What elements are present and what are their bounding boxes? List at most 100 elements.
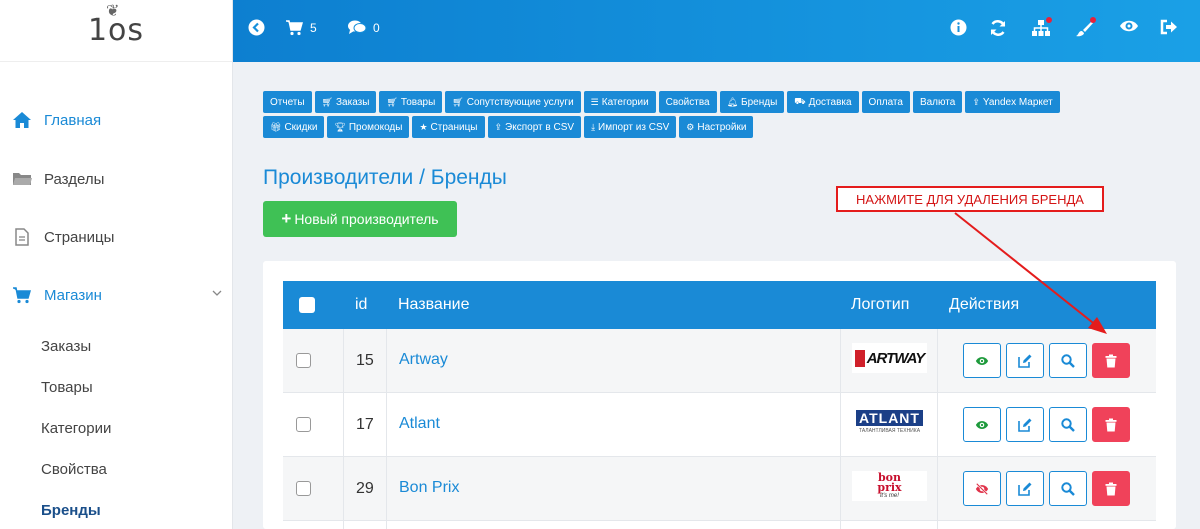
toggle-visibility-button[interactable] — [963, 471, 1001, 506]
table-row: 29 Bon Prix bon prix it's me! — [283, 457, 1156, 521]
brand-logo: bon prix it's me! — [852, 471, 927, 501]
tab-delivery[interactable]: ⛟ Доставка — [787, 91, 859, 113]
sidebar-item-home[interactable]: Главная — [12, 105, 101, 135]
comments-button[interactable]: 0 — [347, 19, 380, 37]
brand-logo: ATLANT ТАЛАНТЛИВАЯ ТЕХНИКА — [852, 407, 927, 437]
tab-currency[interactable]: Валюта — [912, 91, 963, 113]
tab-payment[interactable]: Оплата — [861, 91, 910, 113]
view-site-button[interactable] — [1119, 19, 1138, 37]
leaf-icon: ❦ — [105, 1, 121, 20]
cart-icon: 🛒︎ — [321, 96, 334, 107]
sidebar-subitem-categories[interactable]: Категории — [41, 420, 111, 437]
sidebar-item-label: Страницы — [44, 228, 115, 246]
tab-settings[interactable]: ⚙ Настройки — [679, 116, 754, 138]
edit-icon — [1018, 482, 1032, 496]
info-button[interactable] — [949, 19, 967, 37]
brand-logo: ARTWAY — [852, 343, 927, 373]
brand-name-link[interactable]: Artway — [399, 351, 448, 369]
sitemap-button[interactable] — [1031, 17, 1052, 37]
sitemap-icon — [1031, 17, 1052, 37]
table-header: id Название Логотип Действия — [283, 281, 1156, 329]
tab-promocodes[interactable]: 🏆︎ Промокоды — [327, 116, 410, 138]
new-brand-button[interactable]: + Новый производитель — [263, 201, 457, 237]
search-button[interactable] — [1049, 471, 1087, 506]
table-row: 17 Atlant ATLANT ТАЛАНТЛИВАЯ ТЕХНИКА — [283, 393, 1156, 457]
info-icon — [949, 19, 967, 37]
brand-id: 15 — [356, 352, 374, 369]
tab-orders[interactable]: 🛒︎ Заказы — [314, 91, 377, 113]
tab-brands[interactable]: 🔔︎ Бренды — [719, 91, 785, 113]
row-checkbox[interactable] — [296, 353, 311, 368]
comments-icon — [347, 19, 367, 37]
tab-products[interactable]: 🛒︎ Товары — [379, 91, 443, 113]
tab-yandex-market[interactable]: ⇪ Yandex Маркет — [965, 91, 1060, 113]
tab-discounts[interactable]: 🎁︎ Скидки — [263, 116, 325, 138]
gift-icon: 🎁︎ — [270, 121, 282, 132]
notification-dot — [1090, 17, 1096, 23]
brand-name-link[interactable]: Atlant — [399, 415, 440, 433]
sidebar-item-label: Главная — [44, 111, 102, 129]
cart-icon — [12, 286, 34, 304]
back-button[interactable] — [247, 19, 265, 37]
column-id[interactable]: id — [355, 296, 367, 314]
bell-icon: 🔔︎ — [726, 96, 739, 107]
star-icon: ★ — [419, 121, 428, 132]
sidebar-item-shop[interactable]: Магазин — [12, 280, 222, 310]
column-actions: Действия — [949, 296, 1020, 313]
cart-button[interactable]: 5 — [285, 19, 317, 37]
eye-icon — [975, 420, 989, 429]
table-row — [283, 521, 1156, 529]
tab-pages[interactable]: ★ Страницы — [412, 116, 485, 138]
tab-properties[interactable]: Свойства — [658, 91, 717, 113]
chevron-down-icon[interactable] — [212, 288, 222, 300]
tab-export-csv[interactable]: ⇪ Экспорт в CSV — [487, 116, 582, 138]
sidebar-item-sections[interactable]: Разделы — [12, 164, 104, 194]
refresh-button[interactable] — [989, 19, 1007, 37]
toggle-visibility-button[interactable] — [963, 407, 1001, 442]
row-checkbox[interactable] — [296, 417, 311, 432]
refresh-icon — [989, 19, 1007, 37]
file-icon — [12, 228, 34, 246]
tab-categories[interactable]: ☰ Категории — [583, 91, 656, 113]
sidebar-subitem-brands[interactable]: Бренды — [41, 502, 101, 519]
sidebar-subitem-orders[interactable]: Заказы — [41, 338, 91, 355]
sidebar-item-label: Разделы — [44, 170, 105, 188]
design-button[interactable] — [1075, 17, 1096, 37]
select-all-checkbox[interactable] — [299, 297, 315, 313]
delete-button[interactable] — [1092, 343, 1130, 378]
edit-button[interactable] — [1006, 407, 1044, 442]
delete-button[interactable] — [1092, 407, 1130, 442]
sidebar-subitem-properties[interactable]: Свойства — [41, 461, 107, 478]
top-bar: 5 0 — [233, 0, 1200, 62]
logo[interactable]: ❦ 1os — [0, 0, 232, 62]
list-icon: ☰ — [590, 96, 599, 107]
sidebar-item-label: Магазин — [44, 286, 102, 304]
search-button[interactable] — [1049, 343, 1087, 378]
column-logo: Логотип — [851, 296, 910, 313]
edit-button[interactable] — [1006, 471, 1044, 506]
comments-count: 0 — [373, 21, 380, 35]
sidebar-subitem-products[interactable]: Товары — [41, 379, 93, 396]
trash-icon — [1105, 418, 1117, 431]
toggle-visibility-button[interactable] — [963, 343, 1001, 378]
search-icon — [1061, 353, 1075, 368]
logout-button[interactable] — [1160, 19, 1178, 37]
sidebar-item-pages[interactable]: Страницы — [12, 222, 114, 252]
row-checkbox[interactable] — [296, 481, 311, 496]
delete-button[interactable] — [1092, 471, 1130, 506]
new-brand-label: Новый производитель — [294, 211, 439, 227]
search-button[interactable] — [1049, 407, 1087, 442]
tab-services[interactable]: 🛒︎ Сопутствующие услуги — [445, 91, 581, 113]
edit-button[interactable] — [1006, 343, 1044, 378]
column-name[interactable]: Название — [398, 296, 470, 314]
tab-reports[interactable]: Отчеты — [263, 91, 312, 113]
download-icon: ⤓ — [591, 121, 596, 132]
tab-import-csv[interactable]: ⤓ Импорт из CSV — [584, 116, 677, 138]
brands-table-panel: id Название Логотип Действия 15 Artway A… — [263, 261, 1176, 529]
cart-plus-icon: 🛒︎ — [452, 96, 464, 107]
notification-dot — [1046, 17, 1052, 23]
plus-icon: + — [281, 209, 292, 228]
brand-name-link[interactable]: Bon Prix — [399, 479, 459, 497]
cart-icon: 🛒︎ — [386, 96, 398, 107]
eye-icon — [975, 356, 989, 365]
